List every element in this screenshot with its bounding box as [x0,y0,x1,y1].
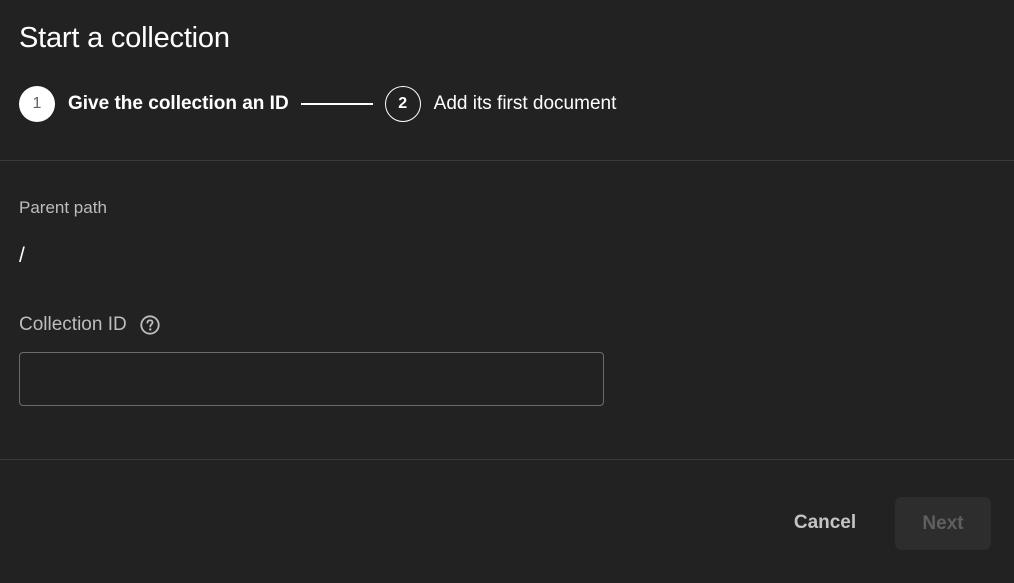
step-1-label: Give the collection an ID [68,93,289,114]
step-1-indicator: 1 [19,86,55,122]
footer-divider [0,459,1014,460]
stepper: 1 Give the collection an ID 2 Add its fi… [19,85,616,123]
step-2-indicator: 2 [384,86,421,122]
parent-path-value: / [19,244,25,267]
dialog-title: Start a collection [19,22,230,54]
start-collection-dialog: Start a collection 1 Give the collection… [0,0,1014,583]
help-circle-icon[interactable] [139,314,161,336]
collection-id-label-row: Collection ID [19,314,161,336]
collection-id-label: Collection ID [19,314,127,335]
cancel-button[interactable]: Cancel [776,497,874,549]
header-divider [0,160,1014,161]
next-button[interactable]: Next [895,497,991,550]
collection-id-input[interactable] [19,352,604,406]
parent-path-label: Parent path [19,198,107,217]
step-2-label: Add its first document [433,93,617,114]
step-connector [300,103,373,105]
